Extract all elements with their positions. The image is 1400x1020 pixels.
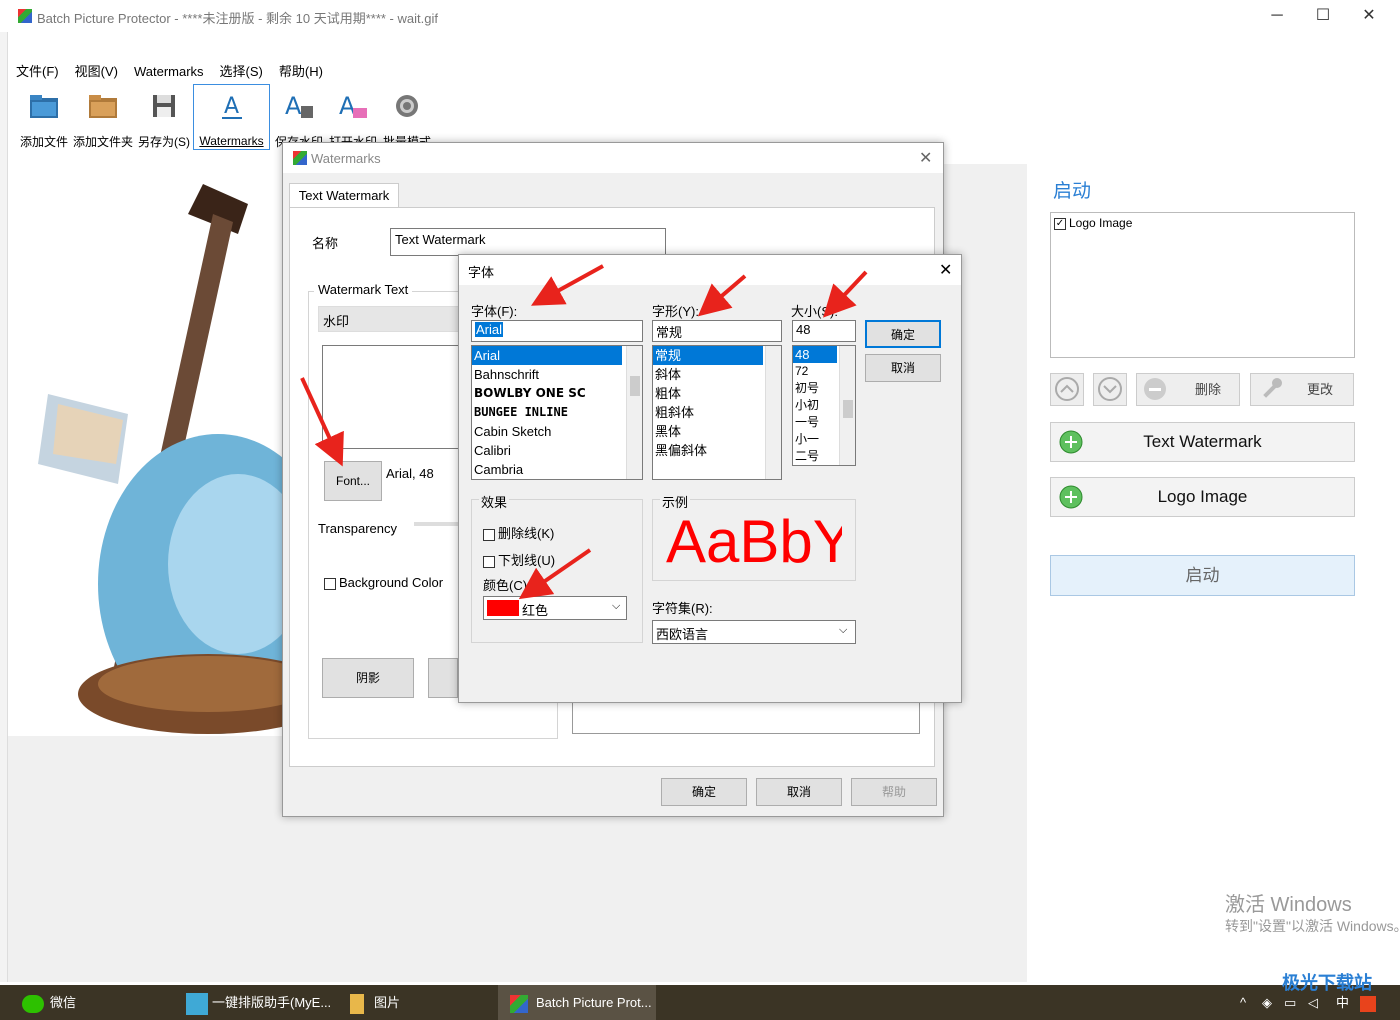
arrow-to-font-button bbox=[300, 377, 344, 467]
tray-chevron-icon[interactable]: ^ bbox=[1240, 985, 1252, 1020]
wechat-icon bbox=[22, 994, 44, 1013]
shield-icon[interactable]: ◈ bbox=[1262, 985, 1278, 1020]
app-icon bbox=[510, 994, 528, 1013]
taskbar-myeditor[interactable]: 一键排版助手(MyE... bbox=[186, 985, 336, 1020]
arrow-to-color bbox=[518, 548, 592, 600]
taskbar: 微信 一键排版助手(MyE... 图片 Batch Picture Prot..… bbox=[0, 973, 1400, 1020]
folder-icon bbox=[350, 993, 364, 1014]
arrow-to-size-label bbox=[823, 270, 868, 318]
taskbar-batch-picture[interactable]: Batch Picture Prot... bbox=[498, 985, 656, 1020]
site-watermark-logo: 极光下载站 bbox=[1282, 973, 1372, 993]
arrow-to-style-label bbox=[697, 274, 747, 317]
taskbar-pictures[interactable]: 图片 bbox=[350, 985, 490, 1020]
annotation-arrows bbox=[300, 264, 868, 600]
arrow-to-font-label bbox=[530, 264, 604, 306]
app-r-icon bbox=[186, 992, 208, 1015]
taskbar-wechat[interactable]: 微信 bbox=[22, 985, 172, 1020]
